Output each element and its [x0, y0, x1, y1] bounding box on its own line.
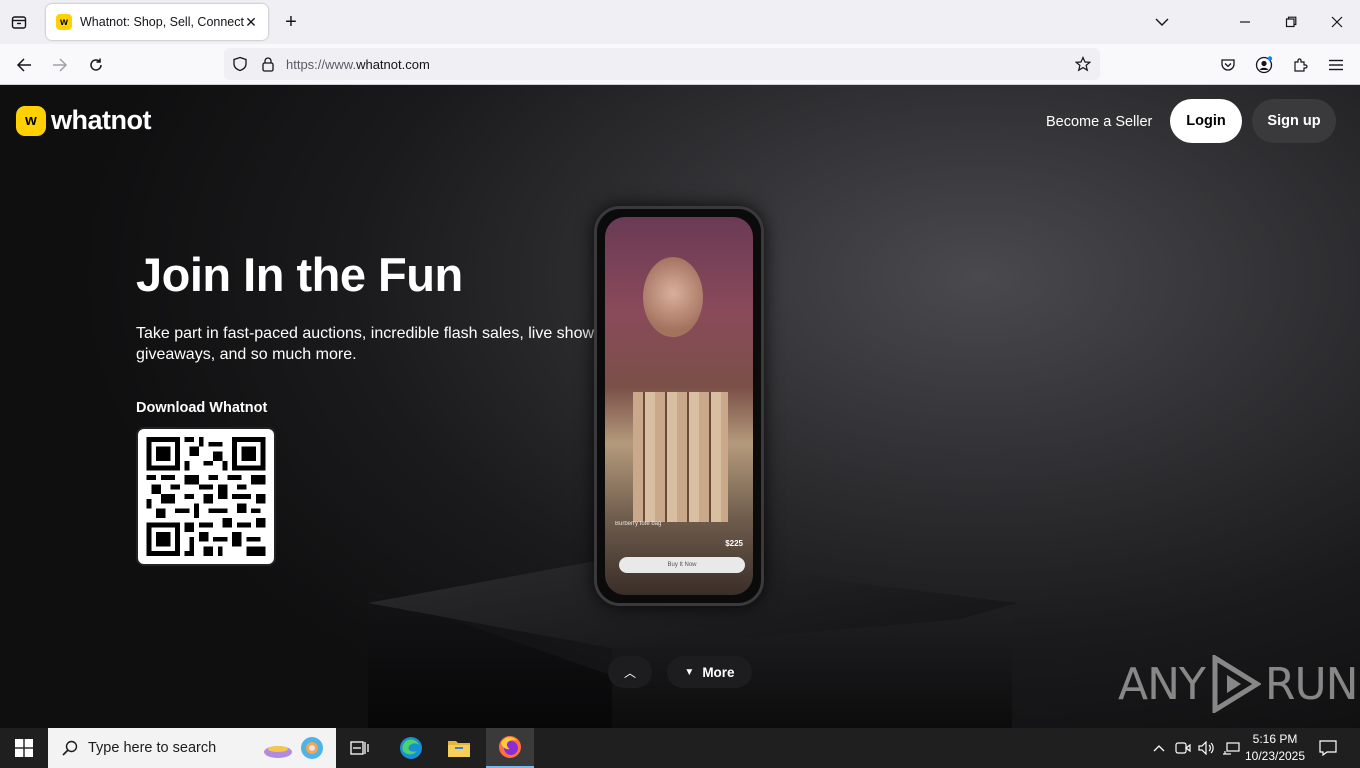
tab-title: Whatnot: Shop, Sell, Connect: [80, 15, 244, 29]
tab-list-icon[interactable]: [8, 11, 30, 33]
logo-text: whatnot: [51, 105, 151, 135]
become-seller-link[interactable]: Become a Seller: [1046, 114, 1152, 130]
hero-subtitle: Take part in fast-paced auctions, incred…: [136, 325, 595, 363]
edge-browser-icon[interactable]: [387, 728, 435, 768]
address-bar[interactable]: https://www.whatnot.com: [224, 48, 1100, 80]
menu-icon[interactable]: [1323, 52, 1349, 78]
new-tab-button[interactable]: +: [280, 11, 302, 33]
taskbar-search-box[interactable]: Type here to search: [48, 728, 336, 768]
minimize-icon[interactable]: [1233, 10, 1257, 34]
back-icon[interactable]: [11, 52, 37, 78]
watermark-left-text: ANY: [1118, 658, 1206, 710]
close-window-icon[interactable]: [1325, 10, 1349, 34]
whatnot-homepage: w whatnot Become a Seller Login Sign up …: [0, 85, 1360, 728]
lock-icon[interactable]: [259, 55, 277, 73]
url-text: https://www.whatnot.com: [286, 57, 430, 72]
screen-product-price: $225: [725, 539, 743, 548]
search-highlight-icon: [264, 737, 323, 759]
more-label: More: [702, 664, 735, 680]
restore-icon[interactable]: [1279, 10, 1303, 34]
reload-icon[interactable]: [83, 52, 109, 78]
show-hidden-icons-chevron-icon[interactable]: [1149, 739, 1169, 757]
volume-icon[interactable]: [1197, 739, 1217, 757]
screen-product-caption: Burberry tote bag: [615, 521, 662, 527]
meet-now-icon[interactable]: [1173, 739, 1193, 757]
forward-icon[interactable]: [47, 52, 73, 78]
list-all-tabs-icon[interactable]: [1150, 10, 1174, 34]
product-image: [633, 392, 728, 522]
signup-button[interactable]: Sign up: [1252, 99, 1336, 143]
scroll-up-button[interactable]: ︿: [608, 656, 652, 688]
streamer-image: [643, 257, 703, 337]
close-tab-icon[interactable]: ✕: [242, 13, 260, 31]
download-label: Download Whatnot: [136, 400, 268, 416]
watermark-right-text: RUN: [1264, 658, 1359, 710]
search-icon: [62, 740, 78, 756]
chevron-down-icon: ▼: [684, 666, 695, 678]
windows-taskbar: Type here to search 5:16 PM 10/23/2025: [0, 728, 1360, 768]
hero-title: Join In the Fun: [136, 248, 463, 301]
watermark-play-icon: [1212, 655, 1261, 713]
anyrun-watermark: ANY RUN: [1118, 655, 1359, 713]
task-view-icon[interactable]: [336, 728, 384, 768]
phone-mockup: Burberry tote bag $225 Buy It Now: [594, 206, 764, 606]
notifications-icon[interactable]: [1318, 739, 1338, 757]
clock-time: 5:16 PM: [1252, 732, 1298, 746]
extensions-icon[interactable]: [1287, 52, 1313, 78]
phone-screen-livestream: Burberry tote bag $225 Buy It Now: [605, 217, 753, 595]
whatnot-logo-icon: w: [16, 105, 46, 136]
file-explorer-icon[interactable]: [435, 728, 483, 768]
search-placeholder: Type here to search: [88, 740, 217, 756]
chevron-up-icon: ︿: [623, 665, 636, 680]
browser-tab-whatnot[interactable]: w Whatnot: Shop, Sell, Connect ✕: [46, 4, 268, 40]
screen-buy-now-button: Buy It Now: [619, 557, 745, 573]
tracking-shield-icon[interactable]: [231, 55, 249, 73]
taskbar-clock[interactable]: 5:16 PM 10/23/2025: [1244, 731, 1306, 765]
download-qr-code[interactable]: [136, 427, 276, 566]
network-icon[interactable]: [1221, 739, 1241, 757]
account-icon[interactable]: [1251, 52, 1277, 78]
clock-date: 10/23/2025: [1244, 749, 1306, 763]
browser-tab-bar: w Whatnot: Shop, Sell, Connect ✕ +: [0, 0, 1360, 44]
login-button[interactable]: Login: [1170, 99, 1242, 143]
firefox-icon[interactable]: [486, 728, 534, 768]
browser-nav-bar: https://www.whatnot.com: [0, 44, 1360, 85]
whatnot-logo[interactable]: w whatnot: [16, 105, 151, 136]
pocket-icon[interactable]: [1215, 52, 1241, 78]
whatnot-favicon-icon: w: [56, 14, 72, 30]
bookmark-star-icon[interactable]: [1074, 55, 1092, 73]
windows-start-icon[interactable]: [0, 728, 48, 768]
more-button[interactable]: ▼ More: [667, 656, 752, 688]
